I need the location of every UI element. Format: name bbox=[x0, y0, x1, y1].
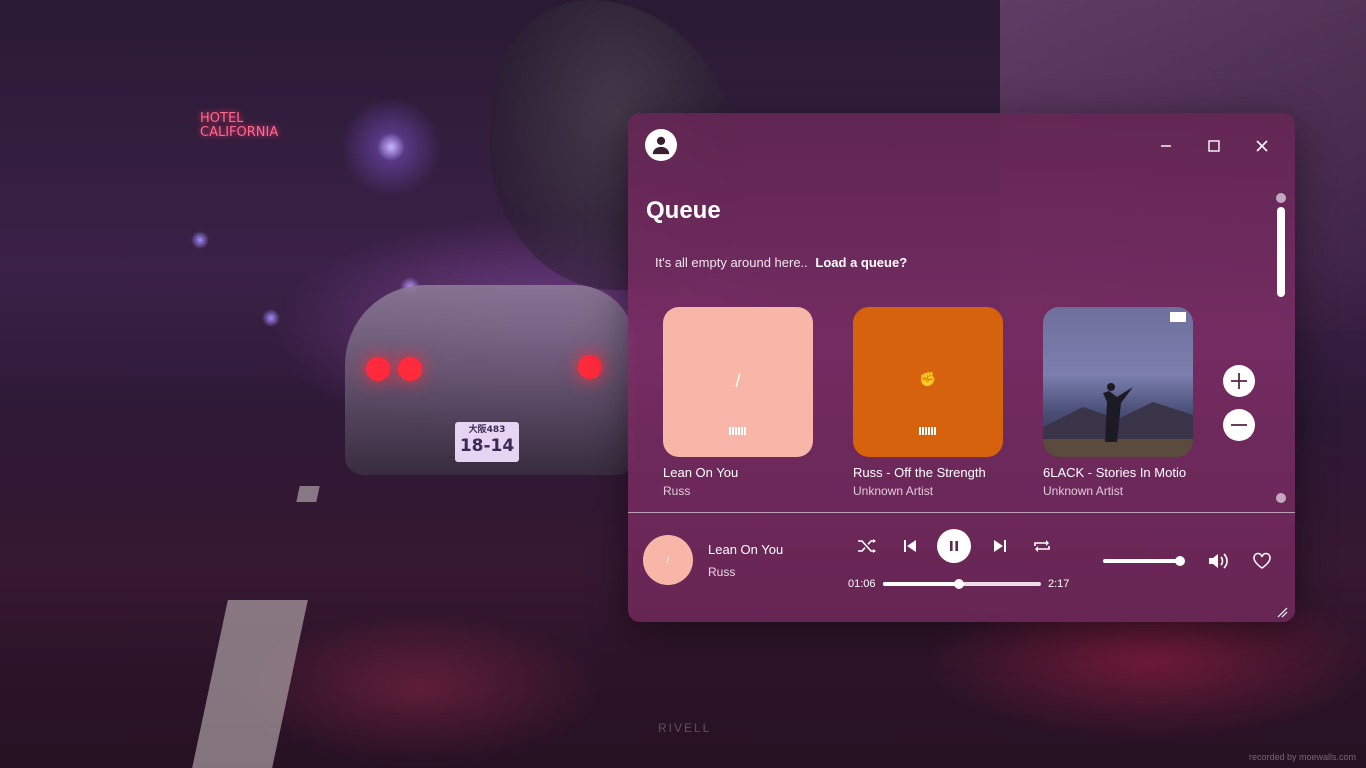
user-icon bbox=[652, 136, 670, 155]
license-plate: 大阪483 18-14 bbox=[455, 422, 519, 462]
minimize-icon bbox=[1161, 145, 1171, 147]
volume-handle[interactable] bbox=[1175, 556, 1185, 566]
now-playing-art[interactable]: / bbox=[643, 535, 693, 585]
next-button[interactable] bbox=[985, 534, 1015, 558]
album-mark: / bbox=[735, 371, 741, 391]
maximize-button[interactable] bbox=[1199, 131, 1229, 161]
list-item[interactable]: / Lean On You Russ bbox=[663, 307, 813, 498]
resize-handle[interactable] bbox=[1276, 605, 1288, 618]
album-art[interactable]: / bbox=[663, 307, 813, 457]
progress-handle[interactable] bbox=[953, 579, 964, 589]
minimize-button[interactable] bbox=[1151, 131, 1181, 161]
background-neon-sign: HOTEL CALIFORNIA bbox=[200, 111, 279, 140]
page-title: Queue bbox=[646, 197, 721, 224]
album-photo bbox=[1043, 312, 1193, 457]
volume-slider[interactable] bbox=[1103, 556, 1185, 566]
heart-icon bbox=[1253, 552, 1271, 569]
pause-button[interactable] bbox=[937, 529, 971, 563]
road-stripe bbox=[296, 486, 320, 502]
scroll-down-button[interactable] bbox=[1276, 493, 1286, 503]
scrollbar-thumb[interactable] bbox=[1277, 207, 1285, 297]
plus-icon bbox=[1231, 373, 1247, 389]
divider bbox=[628, 512, 1295, 513]
progress-fill bbox=[883, 582, 959, 586]
item-title: Lean On You bbox=[663, 465, 739, 480]
progress-bar[interactable] bbox=[883, 579, 1041, 589]
skip-forward-icon bbox=[994, 540, 1006, 552]
road-stripe bbox=[192, 600, 308, 768]
repeat-button[interactable] bbox=[1027, 534, 1057, 558]
speaker-icon bbox=[1209, 553, 1228, 569]
empty-text: It's all empty around here.. bbox=[655, 255, 808, 270]
current-time: 01:06 bbox=[848, 578, 876, 590]
background-car bbox=[345, 285, 635, 475]
now-playing-art-mark: / bbox=[666, 555, 670, 565]
close-button[interactable] bbox=[1247, 131, 1277, 161]
pause-icon bbox=[950, 541, 958, 551]
tail-light bbox=[398, 357, 422, 381]
skip-back-icon bbox=[904, 540, 916, 552]
album-art[interactable]: ✊ bbox=[853, 307, 1003, 457]
item-subtitle: Unknown Artist bbox=[1043, 484, 1124, 498]
album-mark: ✊ bbox=[919, 371, 937, 387]
load-queue-link[interactable]: Load a queue? bbox=[815, 255, 907, 270]
list-item[interactable]: 6LACK - Stories In Motio Unknown Artist bbox=[1043, 307, 1193, 498]
album-barcode bbox=[729, 427, 747, 435]
tail-light bbox=[578, 355, 602, 379]
album-art[interactable] bbox=[1043, 307, 1193, 457]
suggestion-list: / Lean On You Russ ✊ Russ - Off the Stre… bbox=[663, 307, 1223, 507]
previous-button[interactable] bbox=[895, 534, 925, 558]
album-barcode bbox=[919, 427, 937, 435]
watermark: recorded by moewalls.com bbox=[1248, 752, 1356, 762]
scrollbar[interactable] bbox=[1276, 193, 1286, 503]
close-icon bbox=[1256, 140, 1268, 152]
total-time: 2:17 bbox=[1048, 578, 1070, 590]
item-subtitle: Unknown Artist bbox=[853, 484, 934, 498]
minus-icon bbox=[1231, 424, 1247, 426]
shuffle-button[interactable] bbox=[852, 534, 882, 558]
shuffle-icon bbox=[858, 539, 876, 553]
empty-queue-message: It's all empty around here.. Load a queu… bbox=[655, 255, 907, 270]
maximize-icon bbox=[1208, 140, 1220, 152]
now-playing-artist[interactable]: Russ bbox=[708, 565, 735, 579]
item-title: Russ - Off the Strength bbox=[853, 465, 986, 480]
repeat-icon bbox=[1034, 540, 1050, 552]
like-button[interactable] bbox=[1247, 549, 1277, 573]
volume-button[interactable] bbox=[1203, 549, 1233, 573]
resize-icon bbox=[1277, 607, 1288, 618]
add-button[interactable] bbox=[1223, 365, 1255, 397]
background-logo: RIVELL bbox=[658, 721, 712, 735]
scroll-up-button[interactable] bbox=[1276, 193, 1286, 203]
music-player-window: Queue It's all empty around here.. Load … bbox=[628, 113, 1295, 622]
now-playing-title[interactable]: Lean On You bbox=[708, 542, 783, 557]
item-title: 6LACK - Stories In Motio bbox=[1043, 465, 1187, 480]
remove-button[interactable] bbox=[1223, 409, 1255, 441]
tail-light bbox=[366, 357, 390, 381]
user-avatar[interactable] bbox=[645, 129, 677, 161]
list-item[interactable]: ✊ Russ - Off the Strength Unknown Artist bbox=[853, 307, 1003, 498]
item-subtitle: Russ bbox=[663, 484, 691, 498]
